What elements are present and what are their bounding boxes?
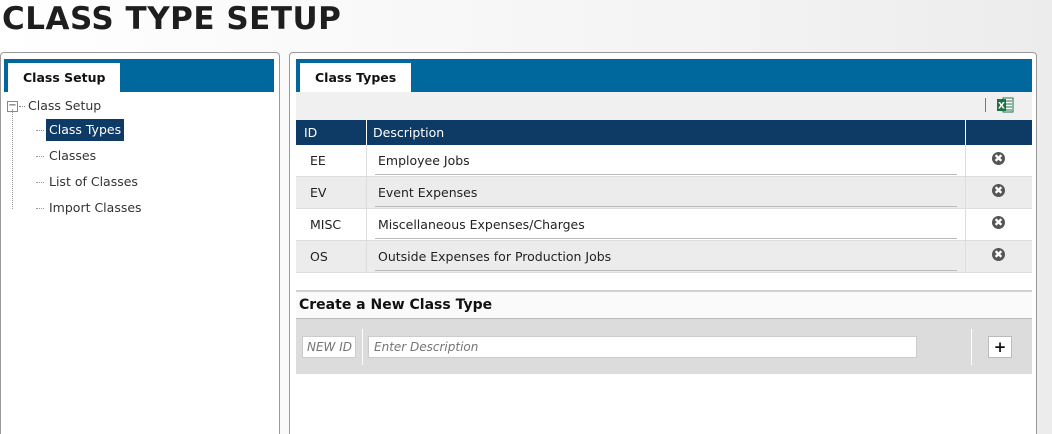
tree-connector	[12, 109, 13, 209]
table-row[interactable]: OS Outside Expenses for Production Jobs …	[296, 241, 1032, 273]
grid-header: ID Description	[296, 120, 1032, 145]
cell-actions: ✖	[966, 209, 1032, 240]
cell-description[interactable]: Miscellaneous Expenses/Charges	[367, 209, 966, 240]
description-field[interactable]: Outside Expenses for Production Jobs	[375, 244, 957, 271]
grid-toolbar: X	[296, 92, 1032, 120]
column-header-actions	[966, 120, 1032, 145]
column-header-id[interactable]: ID	[296, 120, 367, 145]
page-title: CLASS TYPE SETUP	[2, 1, 342, 37]
tree-item-label: List of Classes	[49, 174, 138, 189]
tree-item-class-types[interactable]: Class Types	[36, 119, 125, 141]
tree-root-label: Class Setup	[28, 98, 102, 113]
excel-icon-letter: X	[998, 102, 1005, 112]
delete-icon[interactable]: ✖	[992, 248, 1005, 261]
table-row[interactable]: EE Employee Jobs ✖	[296, 145, 1032, 177]
tree-item-list-of-classes[interactable]: List of Classes	[36, 171, 141, 193]
tree-item-label: Class Types	[49, 122, 122, 137]
tree-item-label: Import Classes	[49, 200, 142, 215]
cell-actions: ✖	[966, 177, 1032, 208]
cell-description[interactable]: Outside Expenses for Production Jobs	[367, 241, 966, 272]
class-setup-panel: Class Setup − Class Setup Class Types Cla…	[0, 52, 280, 434]
add-class-type-button[interactable]: +	[988, 336, 1012, 358]
excel-export-icon[interactable]: X	[997, 97, 1014, 113]
cell-id: OS	[296, 241, 367, 272]
tree-item-classes[interactable]: Classes	[36, 145, 99, 167]
toolbar-divider	[985, 98, 986, 112]
cell-id: EV	[296, 177, 367, 208]
description-field[interactable]: Employee Jobs	[375, 148, 957, 175]
create-class-type-section: Create a New Class Type +	[296, 290, 1032, 374]
tree-root[interactable]: − Class Setup	[7, 97, 101, 115]
tab-class-types[interactable]: Class Types	[300, 63, 412, 92]
create-section-title: Create a New Class Type	[296, 290, 1032, 319]
cell-actions: ✖	[966, 145, 1032, 176]
cell-id: EE	[296, 145, 367, 176]
form-divider	[362, 329, 363, 365]
column-header-description[interactable]: Description	[367, 120, 966, 145]
delete-icon[interactable]: ✖	[992, 184, 1005, 197]
tree-item-import-classes[interactable]: Import Classes	[36, 197, 145, 219]
cell-description[interactable]: Employee Jobs	[367, 145, 966, 176]
class-types-grid: ID Description EE Employee Jobs ✖ EV Eve…	[296, 120, 1032, 273]
description-field[interactable]: Miscellaneous Expenses/Charges	[375, 212, 957, 239]
cell-description[interactable]: Event Expenses	[367, 177, 966, 208]
tree-item-label: Classes	[49, 148, 97, 163]
create-form: +	[296, 319, 1032, 374]
right-tab-bar: Class Types	[296, 59, 1032, 92]
new-id-input[interactable]	[302, 336, 356, 358]
class-types-panel: Class Types X ID Description EE Employee…	[289, 52, 1037, 434]
form-divider	[971, 329, 972, 365]
description-field[interactable]: Event Expenses	[375, 180, 957, 207]
left-tab-bar: Class Setup	[4, 59, 274, 92]
new-description-input[interactable]	[368, 336, 917, 358]
delete-icon[interactable]: ✖	[992, 216, 1005, 229]
table-row[interactable]: MISC Miscellaneous Expenses/Charges ✖	[296, 209, 1032, 241]
tab-class-setup[interactable]: Class Setup	[8, 63, 121, 92]
cell-id: MISC	[296, 209, 367, 240]
cell-actions: ✖	[966, 241, 1032, 272]
table-row[interactable]: EV Event Expenses ✖	[296, 177, 1032, 209]
delete-icon[interactable]: ✖	[992, 152, 1005, 165]
